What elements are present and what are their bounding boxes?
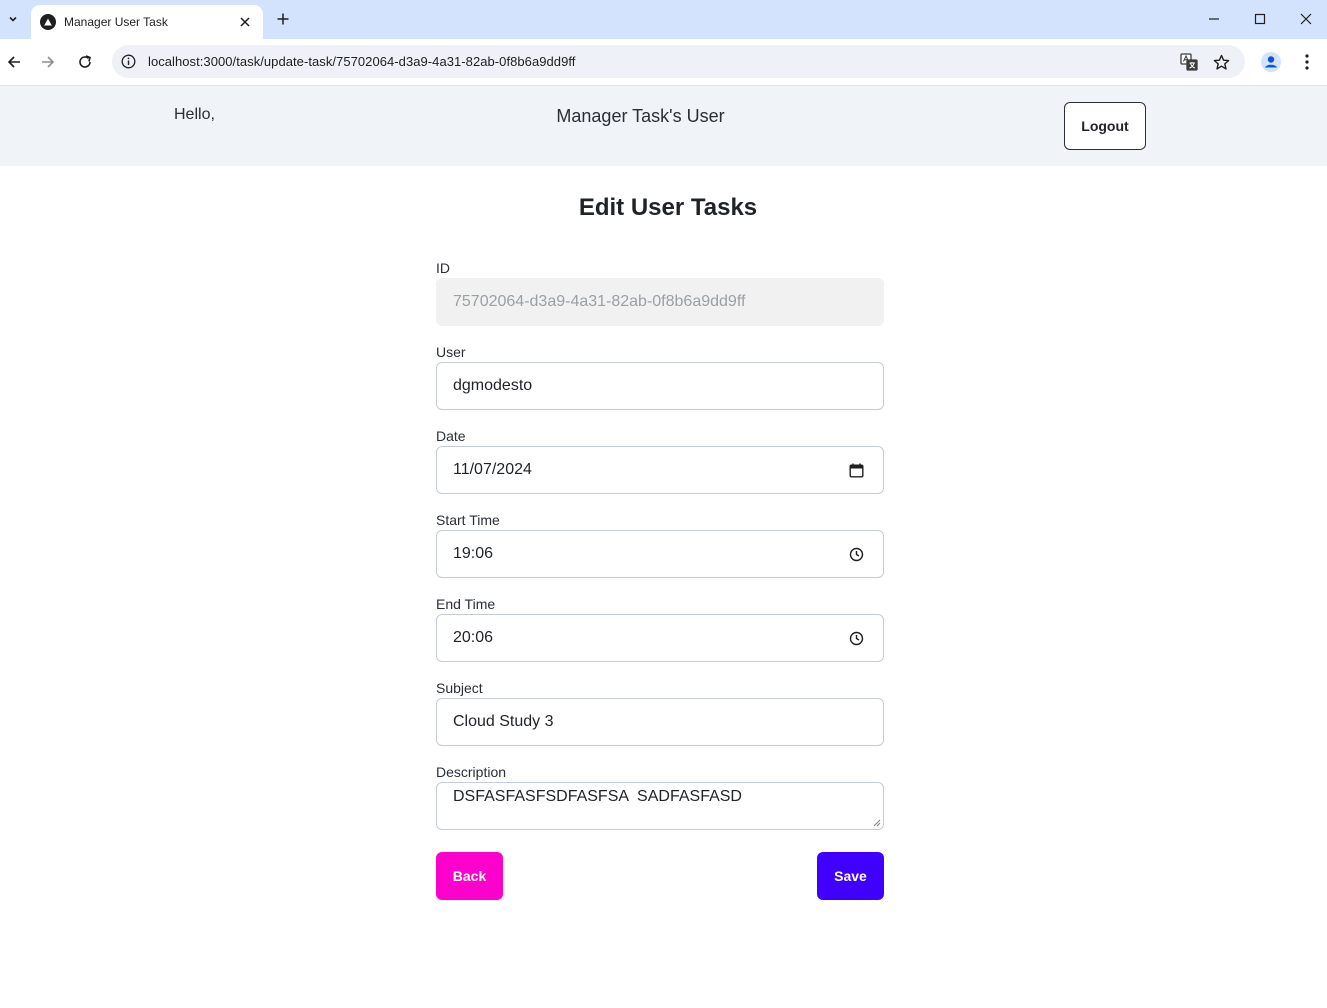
close-window-icon[interactable] [1293, 6, 1319, 32]
bookmark-star-icon[interactable] [1210, 51, 1232, 73]
subject-value: Cloud Study 3 [453, 713, 554, 730]
browser-menu-icon[interactable] [1296, 50, 1318, 74]
minimize-icon[interactable] [1201, 6, 1227, 32]
date-field[interactable]: 11/07/2024 [436, 446, 884, 494]
profile-avatar-icon[interactable] [1259, 50, 1283, 74]
date-value: 11/07/2024 [453, 461, 532, 478]
translate-icon[interactable] [1178, 51, 1200, 73]
user-field[interactable]: dgmodesto [436, 362, 884, 410]
end-clock-icon[interactable] [848, 630, 864, 646]
forward-arrow-icon[interactable] [35, 49, 61, 75]
save-button[interactable]: Save [817, 852, 884, 900]
subject-label: Subject [436, 680, 483, 696]
site-info-icon[interactable] [120, 53, 137, 70]
calendar-icon[interactable] [848, 462, 864, 478]
browser-tab-bar: Manager User Task [0, 0, 1327, 39]
tab-title: Manager User Task [64, 15, 168, 29]
end-time-value: 20:06 [453, 629, 494, 646]
new-tab-icon[interactable] [272, 8, 294, 30]
logout-button[interactable]: Logout [1064, 102, 1146, 150]
start-time-label: Start Time [436, 512, 500, 528]
id-label: ID [436, 260, 450, 276]
app-header: Hello, Manager Task's User Logout [0, 86, 1327, 166]
start-time-field[interactable]: 19:06 [436, 530, 884, 578]
user-value: dgmodesto [453, 377, 533, 394]
start-clock-icon[interactable] [848, 546, 864, 562]
start-time-value: 19:06 [453, 545, 494, 562]
tab-search-chevron-icon[interactable] [2, 8, 24, 30]
back-button[interactable]: Back [436, 852, 503, 900]
maximize-icon[interactable] [1247, 6, 1273, 32]
resize-grip-icon[interactable] [871, 817, 881, 827]
reload-icon[interactable] [72, 49, 98, 75]
description-label: Description [436, 764, 507, 780]
end-time-field[interactable]: 20:06 [436, 614, 884, 662]
subject-field[interactable]: Cloud Study 3 [436, 698, 884, 746]
date-label: Date [436, 428, 466, 444]
page-title: Edit User Tasks [578, 194, 758, 221]
user-label: User [436, 344, 466, 360]
back-arrow-icon[interactable] [1, 49, 27, 75]
id-value: 75702064-d3a9-4a31-82ab-0f8b6a9dd9ff [453, 293, 746, 310]
app-favicon-icon [40, 14, 56, 30]
tab-close-icon[interactable] [235, 12, 255, 32]
browser-toolbar: localhost:3000/task/update-task/75702064… [0, 39, 1327, 86]
description-value: DSFASFASFSDFASFSA SADFASFASD [453, 788, 742, 805]
end-time-label: End Time [436, 596, 496, 612]
description-textarea[interactable]: DSFASFASFSDFASFSA SADFASFASD [436, 782, 884, 830]
id-field: 75702064-d3a9-4a31-82ab-0f8b6a9dd9ff [436, 278, 884, 326]
browser-tab[interactable]: Manager User Task [31, 5, 263, 39]
address-bar[interactable]: localhost:3000/task/update-task/75702064… [112, 45, 1245, 78]
url-text: localhost:3000/task/update-task/75702064… [148, 54, 576, 69]
